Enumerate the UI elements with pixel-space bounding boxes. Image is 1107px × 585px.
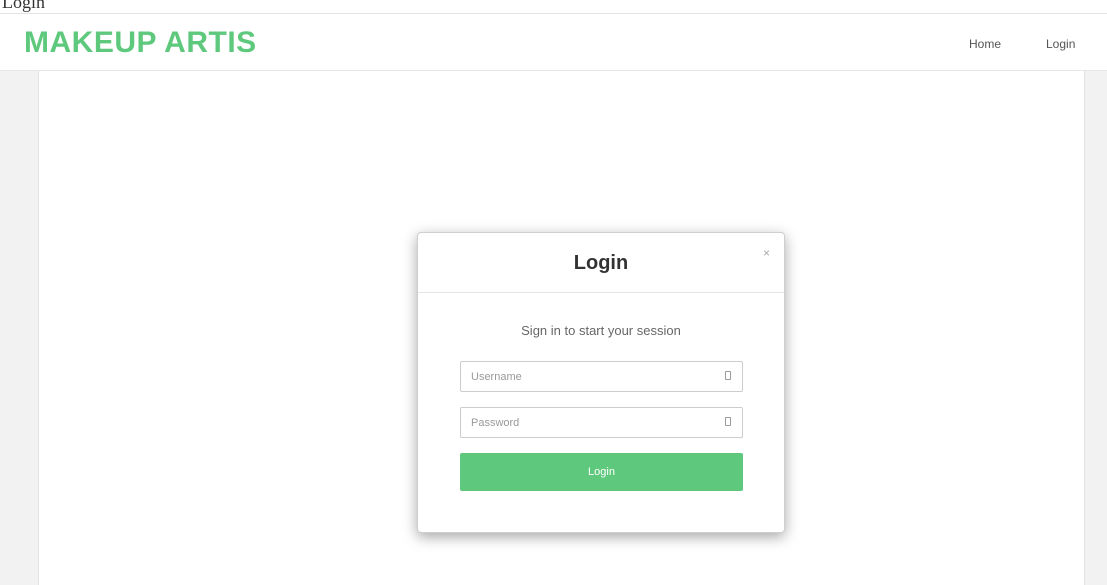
username-field-wrapper: [460, 361, 743, 392]
user-icon: [725, 371, 731, 380]
page-top-fragment: Login: [0, 0, 1107, 13]
password-field-wrapper: [460, 407, 743, 438]
page-top-fragment-text: Login: [2, 0, 45, 12]
navbar: MAKEUP ARTIS Home Login: [0, 13, 1107, 71]
login-button[interactable]: Login: [460, 453, 743, 491]
modal-header: Login ×: [418, 233, 784, 293]
nav-home-link[interactable]: Home: [969, 37, 1001, 51]
brand-logo[interactable]: MAKEUP ARTIS: [24, 26, 257, 60]
password-input[interactable]: [461, 408, 711, 437]
content-area: Login × Sign in to start your session Lo…: [38, 71, 1085, 585]
login-modal: Login × Sign in to start your session Lo…: [417, 232, 785, 533]
nav-login-link[interactable]: Login: [1046, 37, 1075, 51]
modal-title: Login: [573, 252, 629, 274]
login-subtitle: Sign in to start your session: [521, 323, 681, 338]
lock-icon: [725, 417, 731, 426]
close-icon[interactable]: ×: [763, 247, 770, 259]
username-input[interactable]: [461, 362, 711, 391]
